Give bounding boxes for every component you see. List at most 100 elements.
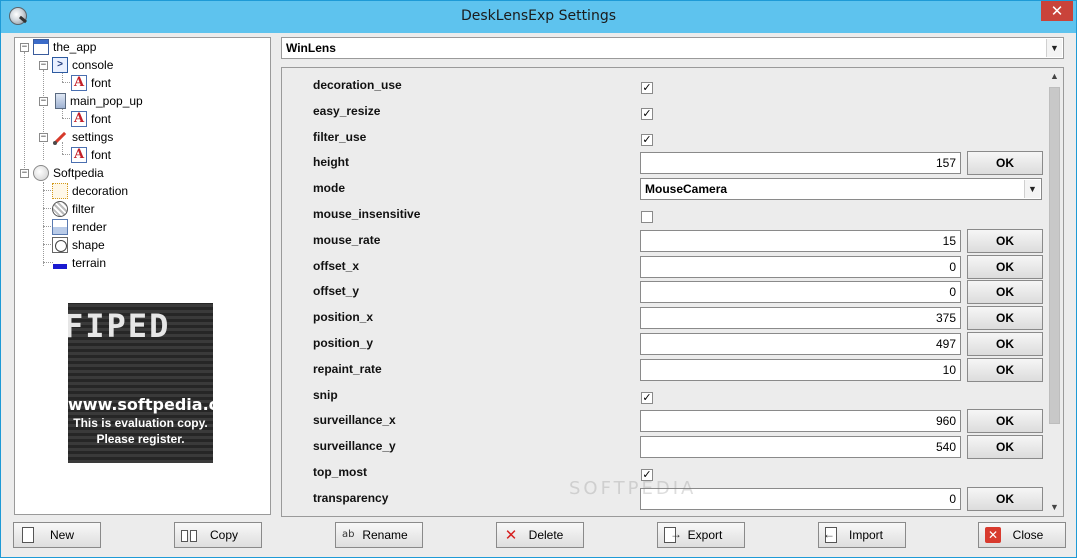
surveillance-y-field[interactable]: 540	[640, 436, 961, 458]
offset-y-ok-button[interactable]: OK	[967, 280, 1043, 304]
tree-item-label: font	[91, 112, 112, 126]
position-x-ok-button[interactable]: OK	[967, 306, 1043, 330]
mouse-rate-field[interactable]: 15	[640, 230, 961, 252]
tree-item-popup-font[interactable]: A font	[71, 110, 111, 128]
copy-icon	[181, 527, 197, 543]
repaint-rate-ok-button[interactable]: OK	[967, 358, 1043, 382]
tree-connector	[43, 182, 44, 266]
property-label-surveillance-x: surveillance_x	[313, 413, 396, 427]
property-label-snip: snip	[313, 388, 338, 402]
tree-item-filter[interactable]: filter	[52, 200, 95, 218]
property-label-offset-y: offset_y	[313, 284, 360, 298]
export-button-label: Export	[687, 528, 723, 542]
chevron-down-icon[interactable]: ▼	[1024, 180, 1040, 198]
position-y-ok-button[interactable]: OK	[967, 332, 1043, 356]
surveillance-y-ok-button[interactable]: OK	[967, 435, 1043, 459]
tree-item-decoration[interactable]: decoration	[52, 182, 128, 200]
tree-item-shape[interactable]: shape	[52, 236, 105, 254]
property-label-filter-use: filter_use	[313, 130, 367, 144]
tree-item-label: main_pop_up	[70, 94, 143, 108]
offset-x-field[interactable]: 0	[640, 256, 961, 278]
scroll-up-arrow-icon[interactable]: ▲	[1046, 68, 1063, 85]
tree-item-render[interactable]: render	[52, 218, 107, 236]
tree-collapse-toggle[interactable]: −	[39, 61, 48, 70]
property-label-mode: mode	[313, 181, 346, 195]
object-selector[interactable]: WinLens ▼	[281, 37, 1064, 59]
height-field[interactable]: 157	[640, 152, 961, 174]
tree-collapse-toggle[interactable]: −	[39, 133, 48, 142]
easy-resize-checkbox[interactable]: ✓	[641, 108, 653, 120]
tree-item-label: decoration	[72, 184, 129, 198]
close-icon: ✕	[985, 527, 1001, 543]
evaluation-url: www.softpedia.com	[68, 395, 213, 414]
tree-connector	[24, 52, 25, 178]
mode-select[interactable]: MouseCamera ▼	[640, 178, 1042, 200]
property-label-mouse-rate: mouse_rate	[313, 233, 381, 247]
decoration-icon	[52, 183, 68, 199]
window-title: DeskLensExp Settings	[460, 8, 617, 24]
decoration-use-checkbox[interactable]: ✓	[641, 82, 653, 94]
tree-item-console-font[interactable]: A font	[71, 74, 111, 92]
new-button[interactable]: New	[13, 522, 101, 548]
transparency-field[interactable]: 0	[640, 488, 961, 510]
property-label-easy-resize: easy_resize	[313, 104, 381, 118]
tree-item-label: console	[72, 58, 114, 72]
delete-button[interactable]: ✕ Delete	[496, 522, 584, 548]
position-y-field[interactable]: 497	[640, 333, 961, 355]
surveillance-x-ok-button[interactable]: OK	[967, 409, 1043, 433]
import-button[interactable]: Import	[818, 522, 906, 548]
import-button-label: Import	[848, 528, 883, 542]
tree-item-main-pop-up[interactable]: main_pop_up	[52, 92, 143, 110]
vertical-scrollbar[interactable]: ▲ ▼	[1046, 68, 1063, 516]
tree-item-label: shape	[72, 238, 105, 252]
scroll-down-arrow-icon[interactable]: ▼	[1046, 499, 1063, 516]
mouse-insensitive-checkbox[interactable]	[641, 211, 653, 223]
rename-button[interactable]: ab Rename	[335, 522, 423, 548]
title-bar[interactable]: DeskLensExp Settings ✕	[1, 1, 1076, 33]
tree-item-softpedia[interactable]: Softpedia	[33, 164, 104, 182]
export-icon	[664, 527, 682, 543]
transparency-ok-button[interactable]: OK	[967, 487, 1043, 511]
tree-item-label: Softpedia	[53, 166, 104, 180]
snip-checkbox[interactable]: ✓	[641, 392, 653, 404]
chevron-down-icon[interactable]: ▼	[1046, 39, 1062, 57]
tree-item-label: filter	[72, 202, 95, 216]
property-label-offset-x: offset_x	[313, 259, 360, 273]
filter-use-checkbox[interactable]: ✓	[641, 134, 653, 146]
property-label-height: height	[313, 155, 349, 169]
tree-item-the-app[interactable]: the_app	[33, 38, 96, 56]
globe-icon	[33, 165, 49, 181]
mode-select-value: MouseCamera	[645, 182, 728, 196]
surveillance-x-field[interactable]: 960	[640, 410, 961, 432]
tree-collapse-toggle[interactable]: −	[20, 169, 29, 178]
shape-icon	[52, 237, 68, 253]
height-ok-button[interactable]: OK	[967, 151, 1043, 175]
tree-connector	[43, 70, 44, 160]
property-grid[interactable]: decoration_use ✓ easy_resize ✓ filter_use ✓ he…	[281, 67, 1064, 517]
tree-collapse-toggle[interactable]: −	[20, 43, 29, 52]
evaluation-notice: FIPED www.softpedia.com This is evaluati…	[68, 303, 213, 463]
tree-collapse-toggle[interactable]: −	[39, 97, 48, 106]
property-label-position-x: position_x	[313, 310, 374, 324]
terrain-icon	[52, 255, 68, 271]
window-close-button[interactable]: ✕	[1041, 1, 1073, 21]
close-button[interactable]: ✕ Close	[978, 522, 1066, 548]
copy-button[interactable]: Copy	[174, 522, 262, 548]
rename-icon: ab	[342, 529, 355, 540]
property-label-mouse-insensitive: mouse_insensitive	[313, 207, 421, 221]
object-selector-value: WinLens	[286, 41, 336, 55]
tree-item-console[interactable]: > console	[52, 56, 113, 74]
position-x-field[interactable]: 375	[640, 307, 961, 329]
tree-item-settings[interactable]: settings	[52, 128, 113, 146]
property-label-decoration-use: decoration_use	[313, 78, 402, 92]
tree-item-terrain[interactable]: terrain	[52, 254, 106, 272]
scrollbar-thumb[interactable]	[1049, 87, 1060, 424]
top-most-checkbox[interactable]: ✓	[641, 469, 653, 481]
import-icon	[823, 527, 837, 543]
offset-y-field[interactable]: 0	[640, 281, 961, 303]
tree-item-settings-font[interactable]: A font	[71, 146, 111, 164]
export-button[interactable]: Export	[657, 522, 745, 548]
offset-x-ok-button[interactable]: OK	[967, 255, 1043, 279]
repaint-rate-field[interactable]: 10	[640, 359, 961, 381]
mouse-rate-ok-button[interactable]: OK	[967, 229, 1043, 253]
